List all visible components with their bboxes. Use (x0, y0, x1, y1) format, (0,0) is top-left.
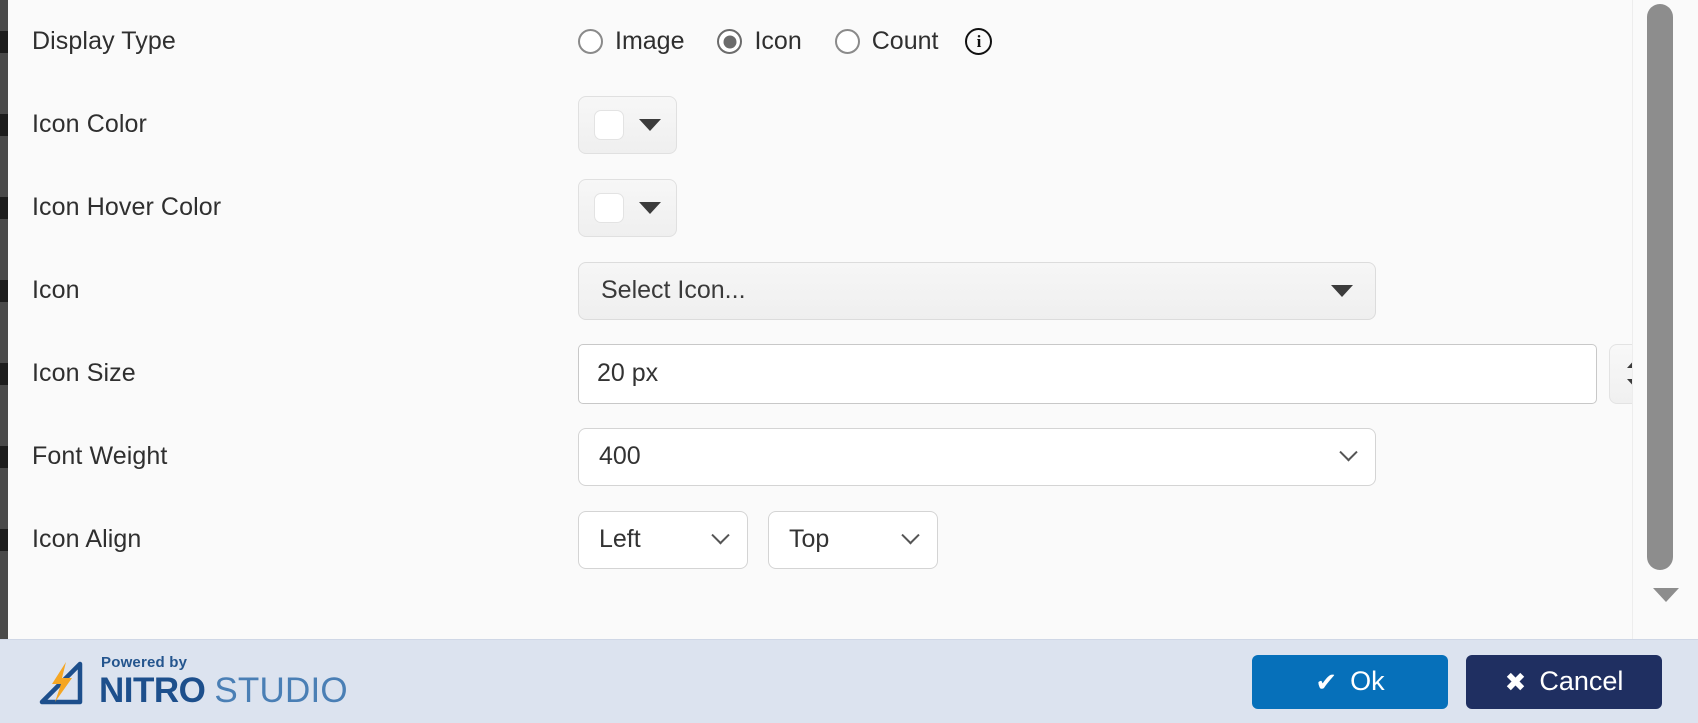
ok-button-label: Ok (1350, 666, 1385, 696)
display-type-control: Image Icon Count i (578, 27, 1632, 56)
radio-label-image: Image (615, 27, 685, 55)
icon-color-picker-button[interactable] (578, 95, 677, 154)
brand-wordmark: NITRO STUDIO (99, 673, 348, 708)
brand-studio: STUDIO (214, 671, 348, 710)
radio-circle-icon[interactable] (717, 29, 743, 54)
row-icon-size: Icon Size (0, 332, 1665, 415)
vertical-scrollbar[interactable] (1632, 0, 1698, 639)
row-tick (0, 528, 8, 551)
row-tick (0, 362, 8, 385)
label-icon-size: Icon Size (32, 359, 136, 387)
label-icon-color: Icon Color (32, 110, 147, 138)
scroll-down-arrow-icon[interactable] (1652, 588, 1679, 602)
icon-align-horizontal-select[interactable]: Left (578, 510, 748, 569)
radio-option-count[interactable]: Count (834, 27, 939, 56)
nitro-studio-logo: Powered by NITRO STUDIO (36, 655, 348, 708)
check-icon: ✔ (1315, 666, 1338, 697)
nitro-bolt-logo-icon (39, 661, 83, 704)
chevron-down-icon[interactable] (711, 526, 730, 545)
icon-hover-color-swatch[interactable] (594, 192, 625, 223)
icon-hover-color-picker-button[interactable] (578, 178, 677, 237)
icon-size-control (578, 343, 1665, 404)
label-display-type: Display Type (32, 27, 176, 55)
icon-color-swatch[interactable] (594, 109, 625, 140)
chevron-down-icon[interactable] (638, 201, 661, 214)
icon-select-dropdown[interactable]: Select Icon... (578, 261, 1376, 320)
row-display-type: Display Type Image Icon Count i (0, 0, 1632, 83)
brand-nitro: NITRO (99, 671, 206, 710)
radio-circle-image[interactable] (578, 29, 603, 54)
icon-size-input[interactable] (578, 343, 1597, 404)
radio-option-icon[interactable]: Icon (717, 27, 802, 56)
row-icon: Icon Select Icon... (0, 249, 1632, 332)
chevron-down-icon[interactable] (901, 526, 920, 545)
label-icon-hover-color: Icon Hover Color (32, 193, 222, 221)
display-type-radio-group: Image Icon Count i (578, 27, 993, 56)
radio-circle-count[interactable] (834, 29, 860, 54)
label-icon: Icon (32, 276, 80, 304)
footer-button-group: ✔ Ok ✖ Cancel (1252, 654, 1662, 709)
powered-by-label: Powered by (101, 654, 188, 671)
row-tick (0, 445, 8, 468)
radio-option-image[interactable]: Image (578, 27, 684, 56)
radio-label-icon: Icon (754, 27, 802, 55)
chevron-down-icon[interactable] (1339, 443, 1358, 462)
icon-color-control (578, 95, 1632, 154)
icon-select-control: Select Icon... (578, 261, 1632, 320)
row-tick (0, 196, 8, 219)
cancel-button[interactable]: ✖ Cancel (1466, 654, 1662, 709)
row-tick (0, 30, 8, 53)
icon-size-field-group (578, 343, 1665, 404)
icon-align-vertical-select[interactable]: Top (768, 510, 938, 569)
font-weight-value: 400 (599, 442, 641, 470)
cancel-button-label: Cancel (1539, 666, 1624, 696)
settings-form: Display Type Image Icon Count i Icon Col… (0, 0, 1665, 639)
icon-align-vertical-value: Top (789, 525, 830, 553)
scrollbar-thumb[interactable] (1647, 4, 1673, 570)
row-font-weight: Font Weight 400 (0, 415, 1632, 498)
dialog-footer: Powered by NITRO STUDIO ✔ Ok ✖ Cancel (0, 639, 1698, 723)
row-tick (0, 279, 8, 302)
icon-hover-color-control (578, 178, 1632, 237)
chevron-down-icon[interactable] (1331, 284, 1353, 297)
font-weight-select[interactable]: 400 (578, 427, 1376, 486)
row-tick (0, 113, 8, 136)
row-icon-hover-color: Icon Hover Color (0, 166, 1632, 249)
ok-button[interactable]: ✔ Ok (1252, 654, 1448, 709)
icon-align-horizontal-value: Left (599, 525, 641, 553)
logo-text-block: Powered by NITRO STUDIO (99, 655, 348, 708)
label-icon-align: Icon Align (32, 525, 142, 553)
icon-align-control: Left Top (578, 510, 1632, 569)
row-icon-color: Icon Color (0, 83, 1632, 166)
info-icon[interactable]: i (965, 28, 993, 55)
icon-select-value: Select Icon... (601, 276, 746, 304)
radio-label-count: Count (871, 27, 939, 55)
font-weight-control: 400 (578, 427, 1632, 486)
close-icon: ✖ (1504, 666, 1527, 697)
row-icon-align: Icon Align Left Top (0, 498, 1632, 581)
chevron-down-icon[interactable] (638, 118, 661, 131)
label-font-weight: Font Weight (32, 442, 168, 470)
